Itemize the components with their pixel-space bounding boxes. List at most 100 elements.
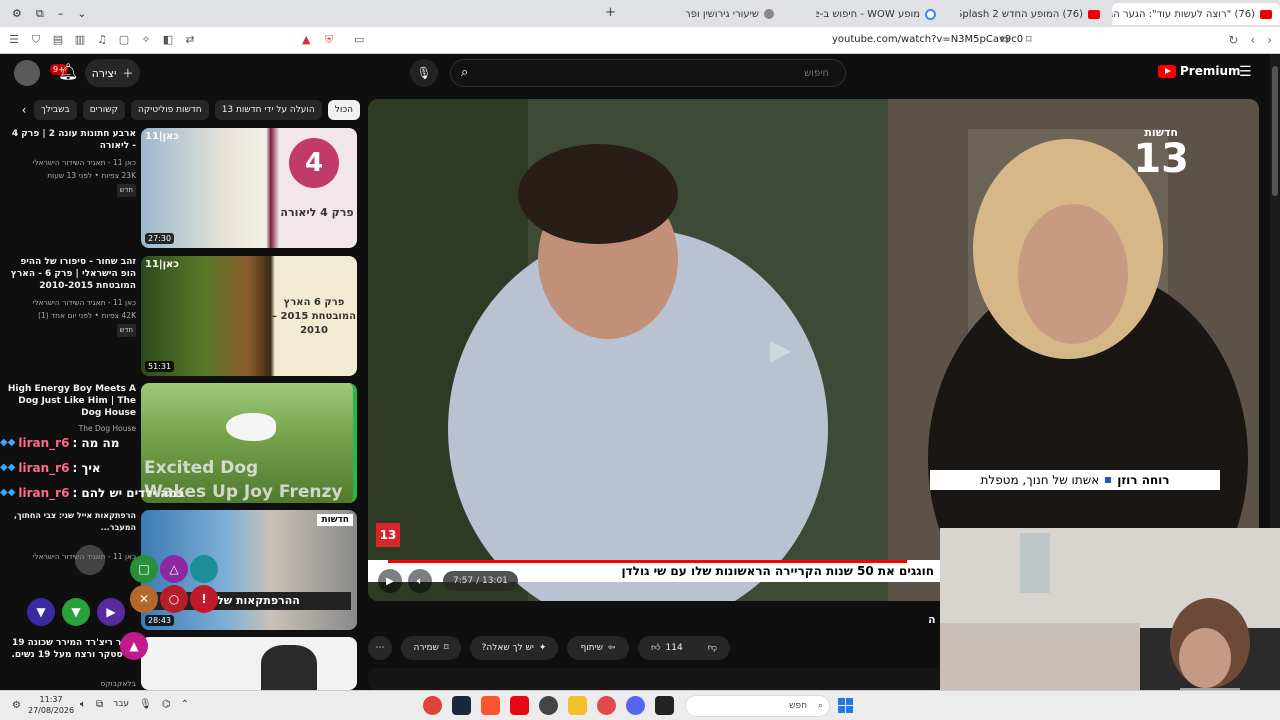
video-title[interactable]: הרפתקאות אייל שני: צבי החתוך, המעבר... — [6, 510, 136, 534]
netflix-icon[interactable] — [510, 696, 529, 715]
new-tab-button[interactable]: + — [605, 5, 616, 20]
discord-icon[interactable] — [626, 696, 645, 715]
chevron-up-icon[interactable]: ⌃ — [181, 699, 189, 710]
paint-icon[interactable] — [597, 696, 616, 715]
clock-date: 27/08/2026 — [28, 706, 75, 715]
scrollbar-thumb[interactable] — [1272, 66, 1278, 196]
video-title[interactable]: High Energy Boy Meets A Dog Just Like Hi… — [6, 383, 136, 419]
tab-4[interactable]: שיעורי גירושין ופרק ב — [686, 3, 782, 25]
video-player[interactable]: חדשות 13 ▶ רוחה רוזן אשתו של חנוך, מטפלת… — [368, 99, 1259, 601]
cast-icon[interactable]: ▭ — [354, 33, 364, 46]
brave-icon[interactable] — [481, 696, 500, 715]
play-button[interactable]: ▶ — [378, 569, 402, 593]
youtube-logo[interactable]: Premium — [1158, 64, 1241, 78]
chat-message: ◆◆ liran_r6 מה מה : — [0, 430, 260, 455]
more-actions-button[interactable]: ⋯ — [368, 636, 392, 660]
youtube-logo-icon — [1158, 64, 1176, 78]
network-icon[interactable]: ⌬ — [162, 699, 171, 710]
channel-13-logo: חדשות 13 — [1133, 127, 1189, 180]
number-4-graphic: 4 — [289, 138, 339, 188]
minimize-icon[interactable]: – — [58, 7, 64, 20]
video-title[interactable]: ארבע חתונות עונה 2 | פרק 4 - ליאורה — [6, 128, 136, 152]
chip-all[interactable]: הכול — [327, 100, 360, 120]
chat-icon[interactable]: ▢ — [118, 33, 130, 47]
share-button[interactable]: ⇦ שיתוף — [567, 636, 629, 660]
translate-icon[interactable]: ⇄ — [184, 33, 196, 47]
create-button[interactable]: ＋ יצירה — [85, 59, 140, 87]
sidebar-icon[interactable]: ▥ — [74, 33, 86, 47]
brave-shield-icon[interactable]: ⛨ — [325, 33, 333, 47]
tab-overview-icon[interactable]: ⧉ — [36, 7, 44, 21]
description-box[interactable] — [368, 668, 940, 690]
search-icon[interactable]: ⌕ — [461, 65, 468, 80]
video-thumbnail[interactable]: כאן|11 4 פרק 4 ליאורה 27:30 — [141, 128, 357, 248]
search-icon: ⌕ — [817, 701, 823, 711]
music-icon[interactable]: ♫ — [96, 33, 108, 47]
scrollbar[interactable] — [1270, 54, 1280, 529]
language-indicator[interactable]: עבר — [113, 699, 129, 710]
channel-name[interactable]: כאן 11 - תאגיד השידור הישראלי — [6, 156, 136, 169]
chatgpt-icon[interactable] — [539, 696, 558, 715]
volume-icon[interactable]: 🔈︎ — [408, 569, 432, 593]
thumbnail-caption: פרק 6 הארץ המובטחת 2015 – 2010 — [272, 297, 356, 336]
menu-icon[interactable]: ☰ — [8, 33, 20, 47]
video-thumbnail[interactable]: כאן|11 פרק 6 הארץ המובטחת 2015 – 2010 51… — [141, 256, 357, 376]
chevron-left-icon[interactable]: ‹ — [20, 103, 28, 117]
back-icon[interactable]: ‹ — [1250, 33, 1255, 47]
arrow-down-green-icon: ▼ — [62, 598, 90, 626]
stream-caption: Excited Dog Wakes Up Joy Frenzy — [144, 456, 342, 504]
thumbs-down-icon[interactable]: 👎︎ — [708, 643, 717, 653]
video-title[interactable]: זהב שחור - סיפורו של ההיפ הופ הישראלי | … — [6, 256, 136, 292]
folder-icon[interactable] — [568, 696, 587, 715]
chrome-icon[interactable] — [423, 696, 442, 715]
settings-icon[interactable]: ⚙ — [12, 7, 22, 20]
gear-icon[interactable]: ⚙ — [12, 700, 21, 711]
tab-active[interactable]: (76) "רוצה לעשות עוד": הגער הג ✕ — [1112, 3, 1280, 25]
windows-start-icon[interactable] — [838, 698, 854, 714]
sidebar-icons: ☰ ⛉ ▤ ▥ ♫ ▢ ✧ ◧ ⇄ — [0, 33, 196, 47]
save-button[interactable]: ⌑ שמירה — [401, 636, 461, 660]
channel-mark: חדשות — [317, 514, 353, 526]
action-bar: ⋯ ⌑ שמירה ✦ יש לך שאלה? ⇦ שיתוף 👎︎ 114 👍… — [368, 636, 928, 660]
channel-name[interactable]: בלאקבוקס — [6, 677, 136, 690]
arrow-up-icon: ▲ — [120, 632, 148, 660]
share-link-icon[interactable]: ⇆ — [1000, 33, 1009, 46]
chip-channel[interactable]: הועלה על ידי חדשות 13 — [214, 100, 322, 120]
mic-icon[interactable]: 🎙︎ — [410, 59, 438, 87]
chip-politics[interactable]: חדשות פוליטיקה — [130, 100, 209, 120]
channel-name[interactable]: כאן 11 - תאגיד השידור הישראלי — [6, 296, 136, 309]
extension-icon[interactable]: ◧ — [162, 33, 174, 47]
search-input[interactable] — [491, 60, 841, 86]
time-display: 7:57 / 13:01 — [443, 571, 518, 591]
copy-icon[interactable]: ⧉ — [96, 699, 103, 710]
hamburger-menu-icon[interactable]: ☰ — [1239, 64, 1252, 80]
bookmark-icon[interactable]: ⌑ — [1026, 33, 1032, 46]
reload-icon[interactable]: ↻ — [1228, 33, 1238, 47]
chip-for-you[interactable]: בשבילך — [33, 100, 77, 120]
shield-icon[interactable]: ⛉ — [30, 33, 42, 47]
thumbs-up-icon[interactable]: 👍︎ — [651, 643, 660, 653]
taskbar-search[interactable]: חפש ⌕ — [685, 695, 830, 717]
like-count: 114 — [665, 643, 683, 653]
forward-icon[interactable]: › — [1267, 33, 1272, 47]
terminal-icon[interactable] — [655, 696, 674, 715]
play-overlay-icon[interactable]: ▶ — [770, 333, 792, 366]
like-dislike-group: 👎︎ 114 👍︎ — [638, 636, 730, 660]
puzzle-icon[interactable]: ✧ — [140, 33, 152, 47]
ask-button[interactable]: ✦ יש לך שאלה? — [470, 636, 558, 660]
clock[interactable]: 11:37 27/08/2026 — [28, 694, 74, 716]
bell-icon[interactable]: 🔔︎ — [58, 62, 78, 81]
news-icon[interactable]: ▤ — [52, 33, 64, 47]
stream-caption-line-2: Wakes Up Joy Frenzy — [144, 482, 343, 502]
warning-icon[interactable]: ▲ — [302, 33, 310, 46]
speaker-icon[interactable]: 🔈︎ — [80, 699, 86, 710]
avatar[interactable] — [14, 60, 40, 86]
mic-tray-icon[interactable]: 🎙︎ — [139, 699, 152, 710]
square-button-icon: □ — [130, 555, 158, 583]
chip-related[interactable]: קשורים — [82, 100, 125, 120]
tab-3[interactable]: מופע WOW - חיפוש ב-Google — [816, 3, 944, 25]
steam-icon[interactable] — [452, 696, 471, 715]
chevron-down-icon[interactable]: ⌄ — [77, 7, 86, 20]
tab-2[interactable]: (76) המופע החדש 2 WOW Splash — [960, 3, 1108, 25]
url-field[interactable]: youtube.com/watch?v=N3M5pCav9c0 — [832, 34, 1023, 45]
